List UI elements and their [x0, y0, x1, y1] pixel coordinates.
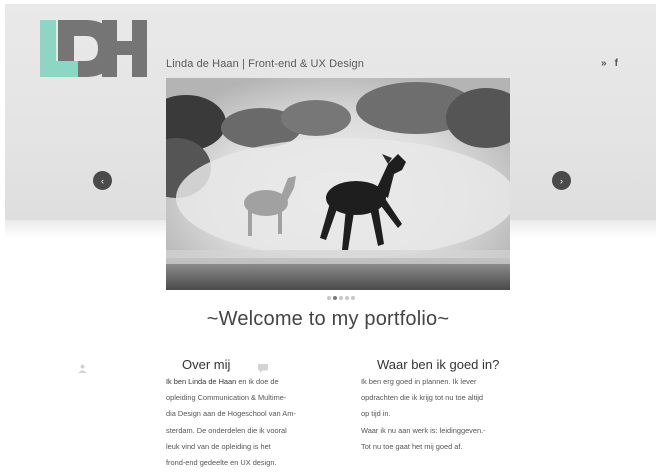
user-icon — [78, 364, 87, 375]
goed-in-title: Waar ben ik goed in? — [377, 357, 500, 372]
over-mij-line: dia Design aan de Hogeschool van Am- — [166, 409, 296, 419]
carousel-dot-1[interactable] — [327, 296, 331, 300]
goed-in-line: Waar ik nu aan werk is: leidinggeven.- — [361, 425, 486, 435]
welcome-heading: ~Welcome to my portfolio~ — [206, 308, 450, 330]
goed-in-line: op tijd in. — [361, 409, 391, 419]
goed-in-line: Tot nu toe gaat het mij goed af. — [361, 441, 463, 451]
over-mij-line: sterdam. De onderdelen die ik vooral — [166, 425, 287, 435]
goed-in-text: Ik ben erg goed in plannen. Ik lever opd… — [361, 374, 521, 455]
carousel-pagination — [327, 296, 355, 300]
over-mij-text: Ik ben Linda de Haan en ik doe de opleid… — [166, 374, 326, 471]
twitter-icon[interactable]: » — [601, 58, 607, 70]
carousel-dot-4[interactable] — [345, 296, 349, 300]
carousel-dot-2[interactable] — [333, 296, 337, 300]
over-mij-line: en ik doe de — [236, 377, 279, 386]
over-mij-line: opleiding Communication & Multime- — [166, 393, 287, 403]
facebook-icon[interactable]: f — [615, 58, 618, 70]
carousel-dot-5[interactable] — [351, 296, 355, 300]
goed-in-line: Ik ben erg goed in plannen. Ik lever — [361, 377, 477, 386]
logo-mark-icon — [40, 20, 147, 77]
social-links: » f — [601, 58, 618, 70]
carousel-prev-button[interactable]: ‹ — [93, 171, 112, 190]
over-mij-line: frond-end gedeelte en UX design. — [166, 458, 277, 468]
over-mij-lead: Ik ben Linda de Haan — [166, 377, 237, 386]
over-mij-title: Over mij — [182, 357, 231, 372]
carousel-next-button[interactable]: › — [552, 171, 571, 190]
goed-in-line: opdrachten die ik krijg tot nu toe altij… — [361, 393, 484, 403]
carousel-dot-3[interactable] — [339, 296, 343, 300]
over-mij-line: leuk vind van de opleiding is het — [166, 441, 271, 451]
horses-photo — [166, 78, 510, 290]
site-logo[interactable] — [40, 20, 148, 78]
hero-slide-image — [166, 78, 510, 290]
site-title[interactable]: Linda de Haan | Front-end & UX Design — [166, 58, 364, 70]
